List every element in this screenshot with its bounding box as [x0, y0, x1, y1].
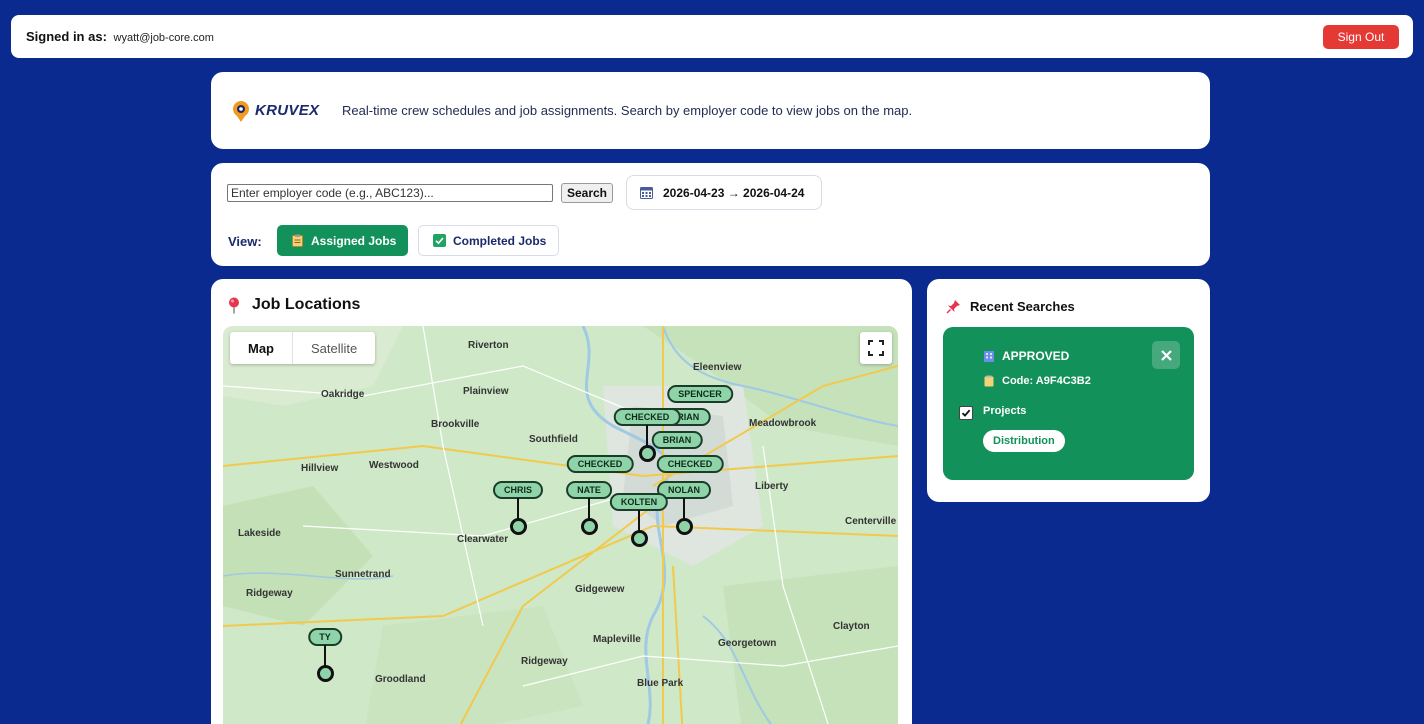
place-label: Groodland: [375, 674, 426, 685]
close-icon: [1160, 349, 1172, 361]
recent-status: APPROVED: [983, 349, 1069, 363]
date-range-picker[interactable]: 2026-04-23 → 2026-04-24: [626, 175, 822, 210]
recent-code-text: Code: A9F4C3B2: [1002, 375, 1091, 387]
tagline: Real-time crew schedules and job assignm…: [342, 103, 913, 118]
place-label: Ridgeway: [246, 588, 293, 599]
completed-jobs-button[interactable]: Completed Jobs: [418, 225, 559, 256]
project-chip-distribution[interactable]: Distribution: [983, 430, 1065, 452]
place-label: Southfield: [529, 434, 578, 445]
marker-dot: [639, 445, 656, 462]
calendar-icon: [640, 187, 653, 199]
map-type-map[interactable]: Map: [230, 332, 293, 364]
job-marker[interactable]: BRIAN: [659, 408, 711, 454]
place-label: Lakeside: [238, 528, 281, 539]
pushpin-icon: [946, 300, 960, 314]
signed-in-label: Signed in as:: [26, 29, 107, 44]
map-title-text: Job Locations: [252, 296, 361, 313]
top-bar: Signed in as: wyatt@job-core.com Sign Ou…: [11, 15, 1413, 58]
assigned-jobs-label: Assigned Jobs: [311, 233, 397, 248]
place-label: Gidgewew: [575, 584, 625, 595]
recent-search-item[interactable]: APPROVED Code: A9F4C3B2 Projects Distrib…: [943, 327, 1194, 480]
marker-label: CHECKED: [566, 455, 634, 473]
job-marker[interactable]: SPENCER: [667, 385, 733, 431]
place-label: Hillview: [301, 463, 339, 474]
fullscreen-button[interactable]: [860, 332, 892, 364]
marker-label: CHECKED: [613, 408, 681, 426]
assigned-jobs-button[interactable]: Assigned Jobs: [277, 225, 408, 256]
place-label: Oakridge: [321, 389, 365, 400]
logo-pin-icon: [233, 100, 249, 122]
job-marker[interactable]: TY: [308, 628, 342, 682]
signed-in-status: Signed in as: wyatt@job-core.com: [26, 29, 214, 44]
completed-jobs-label: Completed Jobs: [453, 233, 547, 248]
user-email: wyatt@job-core.com: [113, 32, 214, 44]
projects-checkbox[interactable]: [959, 406, 973, 420]
place-label: Liberty: [755, 481, 789, 492]
map-view[interactable]: Map Satellite Riverton Eleenview Oakridg…: [223, 326, 898, 724]
place-label: Brookville: [431, 419, 480, 430]
marker-dot: [581, 518, 598, 535]
marker-dot: [631, 530, 648, 547]
location-pin-icon: [229, 297, 239, 313]
place-label: Mapleville: [593, 634, 641, 645]
fullscreen-icon: [868, 340, 884, 356]
place-label: Clayton: [833, 621, 870, 632]
map-type-satellite[interactable]: Satellite: [293, 332, 375, 364]
job-marker[interactable]: NATE: [566, 481, 612, 535]
remove-search-button[interactable]: [1152, 341, 1180, 369]
building-icon: [984, 351, 994, 362]
map-title: Job Locations: [228, 296, 360, 314]
place-label: Plainview: [463, 386, 509, 397]
recent-searches-title: Recent Searches: [946, 299, 1075, 314]
projects-label: Projects: [983, 405, 1027, 417]
place-label: Centerville: [845, 516, 897, 527]
job-marker[interactable]: BRIAN: [651, 431, 703, 477]
job-marker[interactable]: CHECKED: [656, 455, 724, 501]
view-label: View:: [228, 234, 262, 249]
marker-label: NATE: [566, 481, 612, 499]
place-label: Blue Park: [637, 678, 684, 689]
place-label: Ridgeway: [521, 656, 568, 667]
place-label: Meadowbrook: [749, 418, 817, 429]
employer-code-input[interactable]: [227, 184, 553, 202]
job-marker[interactable]: CHECKED: [613, 408, 681, 462]
marker-label: BRIAN: [651, 431, 703, 449]
marker-label: TY: [308, 628, 342, 646]
job-marker[interactable]: NOLAN: [657, 481, 711, 535]
search-button[interactable]: Search: [561, 183, 613, 203]
recent-searches-panel: Recent Searches APPROVED Code: A9F4C3B2: [927, 279, 1210, 502]
marker-label: CHECKED: [656, 455, 724, 473]
marker-label: SPENCER: [667, 385, 733, 403]
check-icon: [961, 409, 971, 417]
job-locations-panel: Job Locations Map Satellite Riverton Ele…: [211, 279, 912, 724]
place-label: Riverton: [468, 340, 509, 351]
brand-card: KRUVEX Real-time crew schedules and job …: [211, 72, 1210, 149]
place-label: Sunnetrand: [335, 569, 391, 580]
map-type-control: Map Satellite: [230, 332, 376, 364]
marker-dot: [317, 665, 334, 682]
sign-out-button[interactable]: Sign Out: [1323, 24, 1399, 49]
logo-text: KRUVEX: [255, 102, 320, 119]
marker-dot: [676, 518, 693, 535]
checkbox-icon: [433, 234, 446, 247]
kruvex-logo: KRUVEX: [229, 99, 342, 123]
date-range-text: 2026-04-23 → 2026-04-24: [663, 185, 805, 200]
place-label: Georgetown: [718, 638, 777, 649]
search-controls: Search 2026-04-23 → 2026-04-24 View: Ass…: [211, 163, 1210, 266]
job-marker[interactable]: CHRIS: [492, 481, 544, 535]
place-label: Eleenview: [693, 362, 742, 373]
recent-title-text: Recent Searches: [970, 299, 1075, 314]
marker-label: KOLTEN: [609, 493, 669, 511]
marker-label: CHRIS: [492, 481, 544, 499]
place-label: Westwood: [369, 460, 419, 471]
recent-status-text: APPROVED: [1002, 349, 1070, 363]
clipboard-icon: [292, 234, 303, 247]
job-marker[interactable]: CHECKED: [566, 455, 634, 501]
job-marker[interactable]: KOLTEN: [609, 493, 669, 547]
place-label: Clearwater: [457, 534, 509, 545]
clipboard-icon: [984, 375, 994, 387]
recent-code: Code: A9F4C3B2: [983, 375, 1091, 387]
marker-dot: [510, 518, 527, 535]
